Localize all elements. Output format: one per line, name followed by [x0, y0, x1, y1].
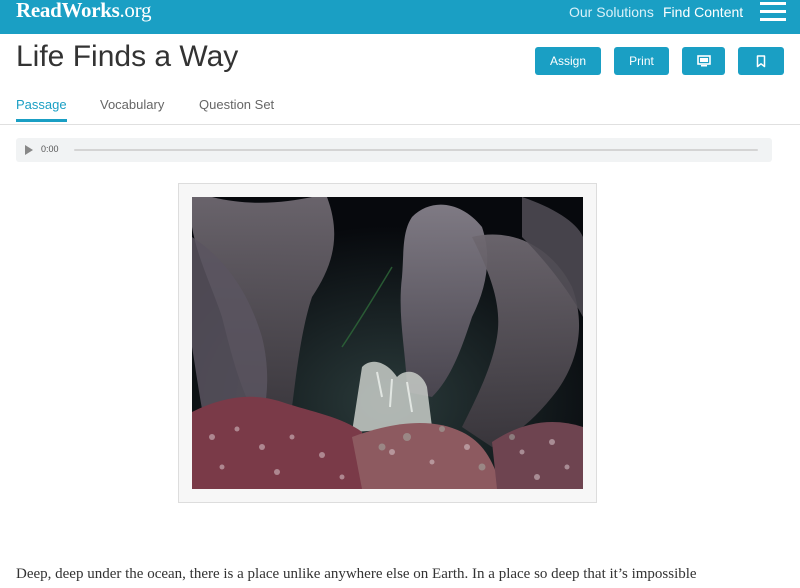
play-icon[interactable] — [25, 145, 33, 155]
print-button[interactable]: Print — [614, 47, 669, 75]
tab-vocabulary[interactable]: Vocabulary — [100, 97, 164, 112]
tab-question-set[interactable]: Question Set — [199, 97, 274, 112]
passage-image-frame — [178, 183, 597, 503]
monitor-icon — [696, 55, 711, 67]
hamburger-menu-icon[interactable] — [760, 2, 786, 22]
top-navigation-bar: ReadWorks.org Our Solutions Find Content — [0, 0, 800, 34]
nav-find-content[interactable]: Find Content — [663, 4, 743, 20]
page-title: Life Finds a Way — [16, 40, 239, 73]
readworks-logo[interactable]: ReadWorks.org — [16, 0, 151, 23]
bookmark-icon — [756, 54, 766, 67]
bookmark-button[interactable] — [738, 47, 784, 75]
logo-main-text: ReadWorks — [16, 0, 120, 22]
passage-first-line: Deep, deep under the ocean, there is a p… — [16, 566, 697, 582]
logo-tld-text: .org — [119, 0, 152, 22]
tabs-divider — [0, 124, 800, 125]
hydrothermal-vent-photo — [192, 197, 583, 489]
active-tab-indicator — [16, 119, 67, 122]
audio-current-time: 0:00 — [41, 144, 59, 154]
present-button[interactable] — [682, 47, 725, 75]
tab-passage[interactable]: Passage — [16, 97, 67, 112]
nav-our-solutions[interactable]: Our Solutions — [569, 4, 654, 20]
assign-button[interactable]: Assign — [535, 47, 601, 75]
audio-progress-track[interactable] — [74, 149, 758, 151]
audio-player: 0:00 — [16, 138, 772, 162]
